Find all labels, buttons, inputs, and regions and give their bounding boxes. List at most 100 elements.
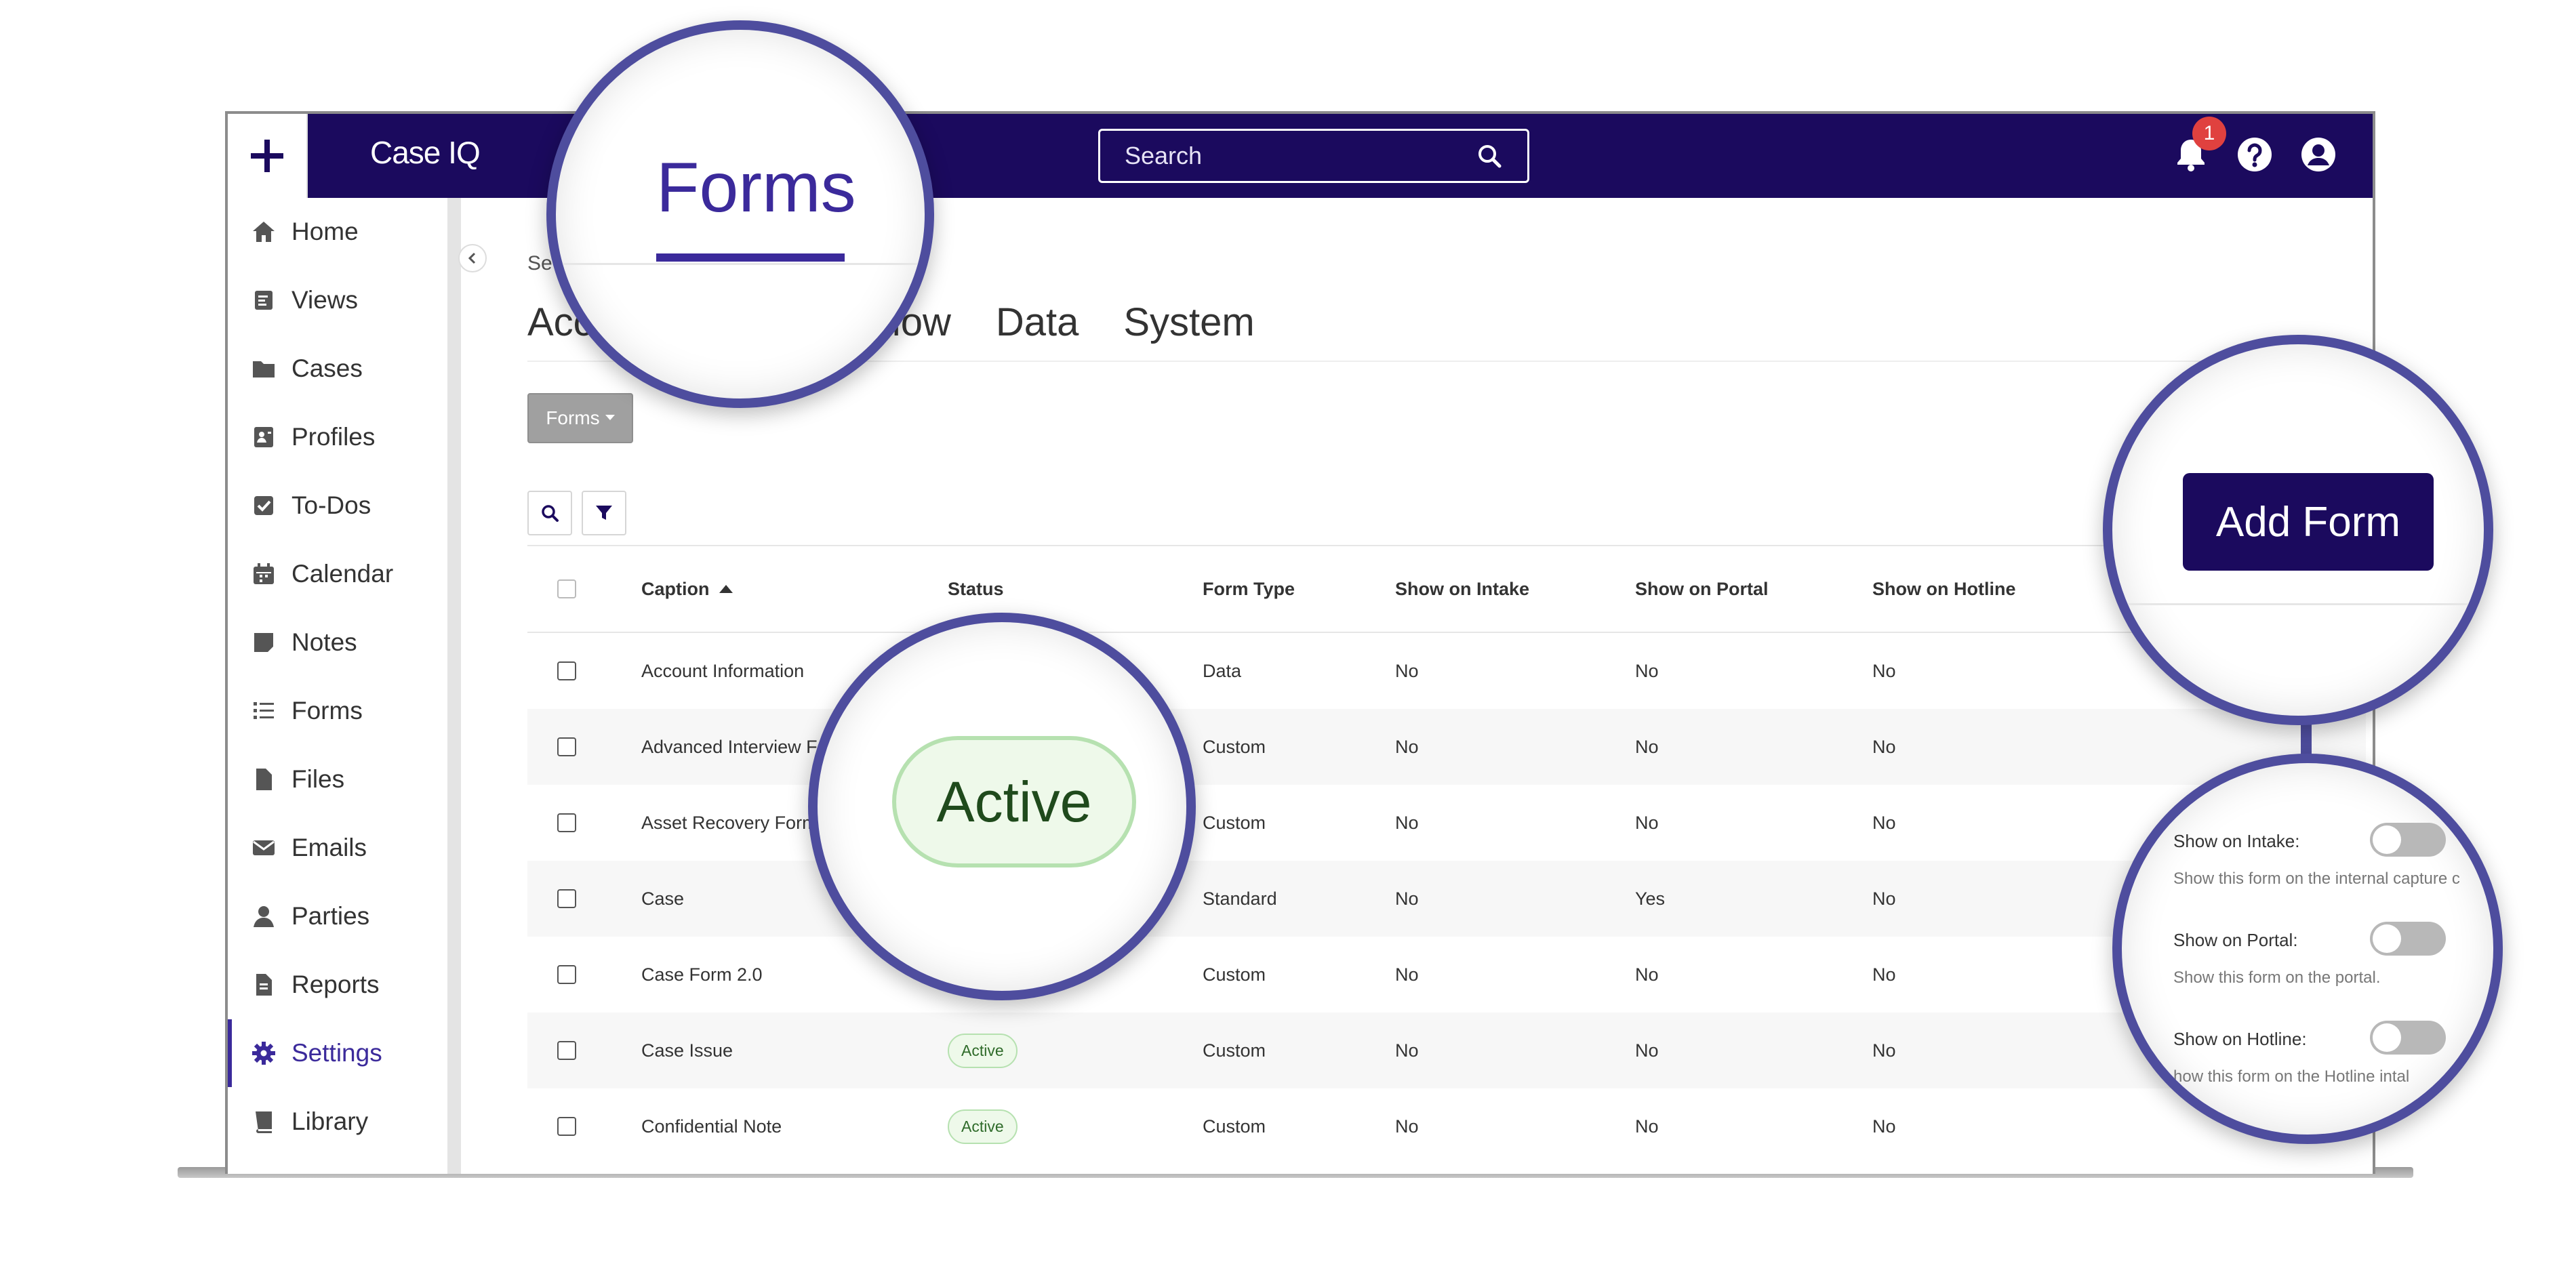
file-icon — [251, 767, 277, 792]
search-input[interactable] — [1125, 142, 1476, 170]
table-filter-button[interactable] — [582, 491, 626, 535]
table-row[interactable]: Advanced Interview Fo Custom No No No — [527, 709, 2366, 785]
sidebar-item-label: Emails — [291, 834, 367, 861]
row-checkbox[interactable] — [557, 1041, 576, 1060]
sort-ascending-icon — [719, 585, 733, 593]
plus-icon — [251, 140, 283, 172]
create-button[interactable] — [228, 114, 308, 198]
callout-divider — [2112, 603, 2484, 605]
show-on-portal-cell: No — [1635, 1040, 1659, 1061]
show-on-hotline-column-header[interactable]: Show on Hotline — [1872, 579, 2103, 600]
row-checkbox[interactable] — [557, 737, 576, 756]
option-description: Show this form on the portal. — [2173, 968, 2381, 987]
sidebar-item-forms[interactable]: Forms — [228, 677, 447, 745]
sidebar-item-label: Reports — [291, 971, 380, 998]
add-form-button[interactable]: Add Form — [2183, 473, 2434, 571]
show-on-intake-cell: No — [1395, 1116, 1419, 1137]
caption-cell[interactable]: Confidential Note — [641, 1116, 948, 1137]
status-column-header[interactable]: Status — [948, 579, 1203, 600]
tab-data[interactable]: Data — [996, 300, 1079, 345]
person-icon — [251, 903, 277, 929]
form-type-column-header[interactable]: Form Type — [1203, 579, 1395, 600]
tab-system[interactable]: System — [1123, 300, 1254, 345]
row-checkbox[interactable] — [557, 813, 576, 832]
show-on-intake-column-header[interactable]: Show on Intake — [1395, 579, 1635, 600]
user-avatar-icon — [2301, 138, 2335, 171]
show-on-portal-cell: No — [1635, 812, 1659, 833]
row-checkbox[interactable] — [557, 1117, 576, 1136]
option-description: Show this form on the internal capture c — [2173, 870, 2460, 888]
sidebar-item-label: Home — [291, 218, 359, 245]
sidebar-item-home[interactable]: Home — [228, 198, 447, 266]
row-checkbox[interactable] — [557, 889, 576, 908]
user-menu-button[interactable] — [2298, 134, 2339, 175]
home-icon — [251, 219, 277, 245]
forms-dropdown-label: Forms — [546, 407, 600, 428]
sidebar-item-files[interactable]: Files — [228, 746, 447, 813]
sidebar-item-settings[interactable]: Settings — [228, 1019, 447, 1087]
table-search-button[interactable] — [527, 491, 572, 535]
select-all-checkbox[interactable] — [557, 579, 576, 598]
show-on-portal-column-header[interactable]: Show on Portal — [1635, 579, 1872, 600]
form-type-cell: Standard — [1203, 888, 1277, 909]
notifications-button[interactable]: 1 — [2171, 117, 2226, 175]
active-status-pill-zoomed: Active — [892, 736, 1136, 867]
table-row[interactable]: Case Issue Active Custom No No No — [527, 1013, 2366, 1088]
sidebar-item-views[interactable]: Views — [228, 266, 447, 334]
show-on-intake-cell: No — [1395, 888, 1419, 909]
sidebar-item-profiles[interactable]: Profiles — [228, 403, 447, 471]
table-row[interactable]: Case Standard No Yes No — [527, 861, 2366, 937]
help-icon — [2238, 138, 2272, 171]
option-toggle[interactable] — [2370, 922, 2446, 956]
list-icon — [251, 698, 277, 724]
sidebar-item-to-dos[interactable]: To-Dos — [228, 472, 447, 539]
visibility-option: Show on Intake: Show this form on the int… — [2173, 823, 2460, 889]
option-description: how this form on the Hotline intal — [2173, 1067, 2410, 1086]
sidebar-item-emails[interactable]: Emails — [228, 814, 447, 882]
caption-cell[interactable]: Case Issue — [641, 1040, 948, 1061]
breadcrumb[interactable]: Se — [527, 252, 552, 275]
table-row[interactable]: Asset Recovery Form Custom No No No — [527, 785, 2366, 861]
sidebar-item-notes[interactable]: Notes — [228, 609, 447, 676]
row-checkbox[interactable] — [557, 965, 576, 984]
visibility-options-callout: Show on Intake: Show this form on the int… — [2112, 754, 2503, 1144]
sidebar-item-cases[interactable]: Cases — [228, 335, 447, 403]
option-toggle[interactable] — [2370, 823, 2446, 857]
collapse-sidebar-button[interactable] — [458, 244, 487, 272]
forms-dropdown[interactable]: Forms — [527, 393, 633, 443]
forms-tab-callout: Forms — [546, 20, 934, 408]
caret-down-icon — [605, 415, 615, 420]
show-on-intake-cell: No — [1395, 736, 1419, 757]
show-on-intake-cell: No — [1395, 1040, 1419, 1061]
checkbox-icon — [251, 493, 277, 518]
note-icon — [251, 630, 277, 655]
search-icon — [542, 505, 559, 522]
show-on-intake-cell: No — [1395, 812, 1419, 833]
show-on-portal-cell: No — [1635, 660, 1659, 681]
sidebar-item-calendar[interactable]: Calendar — [228, 540, 447, 608]
sidebar-item-label: Parties — [291, 902, 370, 930]
show-on-hotline-cell: No — [1872, 736, 1896, 757]
forms-tab-zoomed: Forms — [656, 148, 856, 227]
form-type-cell: Custom — [1203, 736, 1266, 757]
table-row[interactable]: Case Form 2.0 Custom No No No — [527, 937, 2366, 1013]
sidebar-item-library[interactable]: Library — [228, 1088, 447, 1156]
calendar-icon — [251, 561, 277, 587]
sidebar-item-label: Settings — [291, 1039, 382, 1067]
sidebar-item-reports[interactable]: Reports — [228, 951, 447, 1019]
sidebar: Home Views Cases Profiles To-Dos Calendar Note… — [228, 198, 461, 1174]
form-type-cell: Custom — [1203, 812, 1266, 833]
profile-card-icon — [251, 424, 277, 450]
row-checkbox[interactable] — [557, 661, 576, 680]
caption-column-header[interactable]: Caption — [641, 579, 948, 600]
search-icon[interactable] — [1476, 142, 1503, 169]
sidebar-item-label: Calendar — [291, 560, 394, 588]
option-toggle[interactable] — [2370, 1021, 2446, 1055]
table-row[interactable]: Confidential Note Active Custom No No No — [527, 1088, 2366, 1164]
table-row[interactable]: Account Information Data No No No — [527, 633, 2366, 709]
add-form-callout: Add Form — [2103, 335, 2493, 725]
sidebar-item-parties[interactable]: Parties — [228, 882, 447, 950]
show-on-hotline-cell: No — [1872, 660, 1896, 681]
sidebar-item-label: Files — [291, 765, 345, 793]
help-button[interactable] — [2234, 134, 2275, 175]
